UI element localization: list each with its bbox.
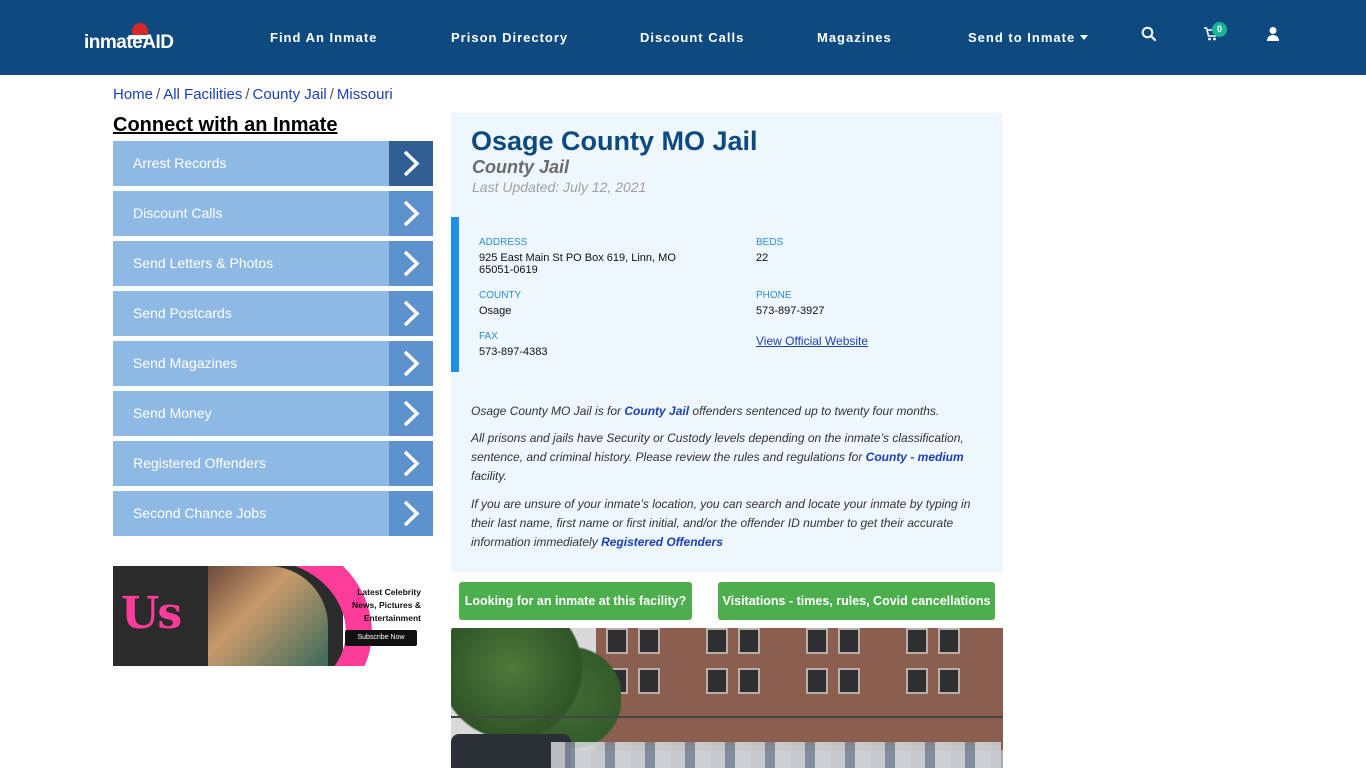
nav-prison-directory[interactable]: Prison Directory — [451, 30, 568, 45]
phone-label: PHONE — [756, 290, 792, 301]
address-label: ADDRESS — [479, 237, 528, 248]
visitations-button[interactable]: Visitations - times, rules, Covid cancel… — [718, 582, 995, 620]
beds-value: 22 — [756, 252, 769, 264]
window — [706, 628, 728, 654]
sidebar-item-label: Arrest Records — [133, 155, 227, 171]
search-icon[interactable] — [1141, 26, 1159, 46]
site-logo[interactable]: inmateAID — [84, 23, 180, 57]
window — [706, 668, 728, 694]
last-updated: Last Updated: July 12, 2021 — [472, 179, 647, 195]
sidebar-menu: Arrest Records Discount Calls Send Lette… — [113, 141, 433, 541]
us-weekly-ad[interactable]: Us Latest Celebrity News, Pictures & Ent… — [113, 566, 426, 666]
description-paragraph-3: If you are unsure of your inmate’s locat… — [471, 495, 981, 552]
window — [738, 628, 760, 654]
breadcrumb: Home / All Facilities / County Jail / Missouri — [113, 86, 393, 103]
description-paragraph-1: Osage County MO Jail is for County Jail … — [471, 402, 981, 421]
sidebar-item-label: Discount Calls — [133, 205, 223, 221]
breadcrumb-all-facilities[interactable]: All Facilities — [163, 86, 242, 103]
nav-magazines[interactable]: Magazines — [817, 30, 892, 45]
sidebar-item-label: Second Chance Jobs — [133, 505, 267, 521]
chevron-right-icon — [389, 391, 433, 436]
ad-brand-logo: Us — [121, 588, 182, 639]
window — [838, 628, 860, 654]
window — [806, 668, 828, 694]
window — [906, 668, 928, 694]
nav-send-to-inmate-label: Send to Inmate — [968, 30, 1076, 45]
breadcrumb-county-jail[interactable]: County Jail — [253, 86, 327, 103]
window — [938, 668, 960, 694]
chevron-right-icon — [389, 241, 433, 286]
chevron-right-icon — [389, 191, 433, 236]
chevron-right-icon — [389, 141, 433, 186]
fence-graphic — [451, 716, 1003, 718]
nav-discount-calls[interactable]: Discount Calls — [640, 30, 744, 45]
chevron-right-icon — [389, 441, 433, 486]
sidebar-item-send-magazines[interactable]: Send Magazines — [113, 341, 433, 386]
sidebar-item-send-postcards[interactable]: Send Postcards — [113, 291, 433, 336]
description-text: Osage County MO Jail is for — [471, 404, 625, 418]
county-label: COUNTY — [479, 290, 522, 301]
sidebar-item-discount-calls[interactable]: Discount Calls — [113, 191, 433, 236]
chevron-right-icon — [389, 341, 433, 386]
breadcrumb-separator: / — [329, 86, 334, 103]
window — [938, 628, 960, 654]
sidebar-item-send-letters-photos[interactable]: Send Letters & Photos — [113, 241, 433, 286]
sidebar-heading[interactable]: Connect with an Inmate — [113, 114, 337, 137]
breadcrumb-home[interactable]: Home — [113, 86, 153, 103]
looking-for-inmate-button[interactable]: Looking for an inmate at this facility? — [459, 582, 692, 620]
breadcrumb-missouri[interactable]: Missouri — [337, 86, 393, 103]
facility-card: Osage County MO Jail County Jail Last Up… — [451, 113, 1003, 573]
page-title: Osage County MO Jail — [471, 126, 758, 156]
sidebar-item-send-money[interactable]: Send Money — [113, 391, 433, 436]
county-value: Osage — [479, 305, 512, 317]
window — [906, 628, 928, 654]
ad-copy-text: Latest Celebrity News, Pictures & Entert… — [352, 587, 421, 623]
breadcrumb-separator: / — [245, 86, 250, 103]
description-text: offenders sentenced up to twenty four mo… — [689, 404, 940, 418]
ad-subscribe-button[interactable]: Subscribe Now — [345, 630, 417, 646]
cart-count-badge: 0 — [1212, 22, 1227, 37]
chevron-right-icon — [389, 291, 433, 336]
county-jail-link[interactable]: County Jail — [624, 404, 689, 418]
phone-value[interactable]: 573-897-3927 — [756, 305, 825, 317]
sidebar-item-label: Registered Offenders — [133, 455, 266, 471]
address-value: 925 East Main St PO Box 619, Linn, MO 65… — [479, 252, 676, 276]
sidebar-item-label: Send Postcards — [133, 305, 232, 321]
fax-value: 573-897-4383 — [479, 346, 548, 358]
beds-label: BEDS — [756, 237, 784, 248]
description-text: facility. — [471, 469, 507, 483]
breadcrumb-separator: / — [156, 86, 161, 103]
window — [638, 628, 660, 654]
chevron-right-icon — [389, 491, 433, 536]
window — [806, 628, 828, 654]
sidebar-item-registered-offenders[interactable]: Registered Offenders — [113, 441, 433, 486]
sidebar-item-label: Send Money — [133, 405, 212, 421]
nav-find-an-inmate[interactable]: Find An Inmate — [270, 30, 377, 45]
facility-photo — [451, 628, 1003, 768]
sidebar-item-second-chance-jobs[interactable]: Second Chance Jobs — [113, 491, 433, 536]
staff-group-graphic — [551, 742, 1001, 768]
official-website-link[interactable]: View Official Website — [756, 334, 868, 348]
nav-send-to-inmate[interactable]: Send to Inmate — [968, 30, 1089, 45]
info-accent-bar — [451, 217, 459, 372]
facility-type: County Jail — [472, 157, 570, 177]
top-navbar: inmateAID Find An Inmate Prison Director… — [0, 0, 1366, 75]
user-icon[interactable] — [1265, 26, 1283, 46]
chevron-down-icon — [1080, 35, 1089, 40]
registered-offenders-link[interactable]: Registered Offenders — [601, 535, 723, 549]
fax-label: FAX — [479, 331, 498, 342]
sidebar-item-arrest-records[interactable]: Arrest Records — [113, 141, 433, 186]
sidebar-item-label: Send Magazines — [133, 355, 238, 371]
description-paragraph-2: All prisons and jails have Security or C… — [471, 429, 981, 486]
window — [738, 668, 760, 694]
county-medium-link[interactable]: County - medium — [866, 450, 964, 464]
window — [838, 668, 860, 694]
logo-text: inmateAID — [84, 32, 174, 53]
window — [638, 668, 660, 694]
sidebar-item-label: Send Letters & Photos — [133, 255, 274, 271]
